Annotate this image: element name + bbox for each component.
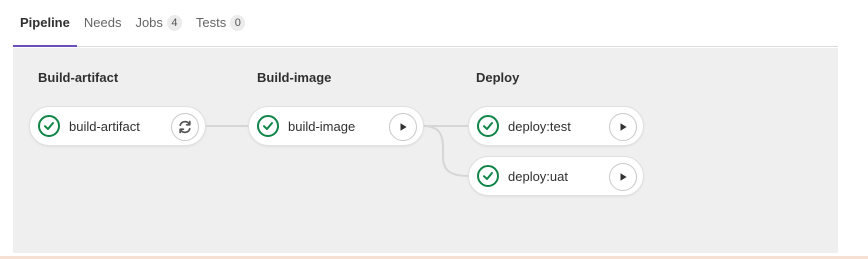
- job-deploy-uat[interactable]: deploy:uat: [468, 156, 644, 196]
- jobs-count-badge: 4: [166, 14, 182, 31]
- retry-icon: [179, 120, 191, 134]
- passed-status-icon: [477, 115, 499, 137]
- retry-button[interactable]: [171, 113, 199, 141]
- pipeline-graph: Build-artifact Build-image Deploy build-…: [13, 48, 838, 253]
- job-name: build-artifact: [69, 119, 140, 134]
- tab-label: Jobs: [135, 15, 163, 30]
- tab-label: Needs: [83, 15, 122, 30]
- tab-pipeline[interactable]: Pipeline: [13, 0, 77, 47]
- tab-tests[interactable]: Tests 0: [189, 0, 252, 46]
- pipeline-tabs: Pipeline Needs Jobs 4 Tests 0: [13, 0, 838, 47]
- play-button[interactable]: [389, 113, 417, 141]
- play-button[interactable]: [609, 113, 637, 141]
- play-button[interactable]: [609, 163, 637, 191]
- tab-jobs[interactable]: Jobs 4: [128, 0, 188, 46]
- play-icon: [620, 123, 627, 131]
- job-name: deploy:test: [508, 119, 571, 134]
- job-deploy-test[interactable]: deploy:test: [468, 106, 644, 146]
- tab-needs[interactable]: Needs: [77, 0, 129, 46]
- play-icon: [620, 173, 627, 181]
- connector-line: [422, 125, 470, 177]
- passed-status-icon: [38, 115, 60, 137]
- tests-count-badge: 0: [230, 14, 246, 31]
- job-build-image[interactable]: build-image: [248, 106, 424, 146]
- job-name: deploy:uat: [508, 169, 568, 184]
- passed-status-icon: [477, 165, 499, 187]
- job-build-artifact[interactable]: build-artifact: [29, 106, 206, 146]
- job-connectors: [205, 125, 470, 177]
- tab-label: Pipeline: [20, 15, 70, 30]
- job-name: build-image: [288, 119, 356, 134]
- tab-label: Tests: [195, 15, 227, 30]
- play-icon: [400, 123, 407, 131]
- passed-status-icon: [257, 115, 279, 137]
- stage-title-deploy: Deploy: [476, 70, 520, 85]
- stage-title-build-artifact: Build-artifact: [38, 70, 119, 85]
- stage-title-build-image: Build-image: [257, 70, 332, 85]
